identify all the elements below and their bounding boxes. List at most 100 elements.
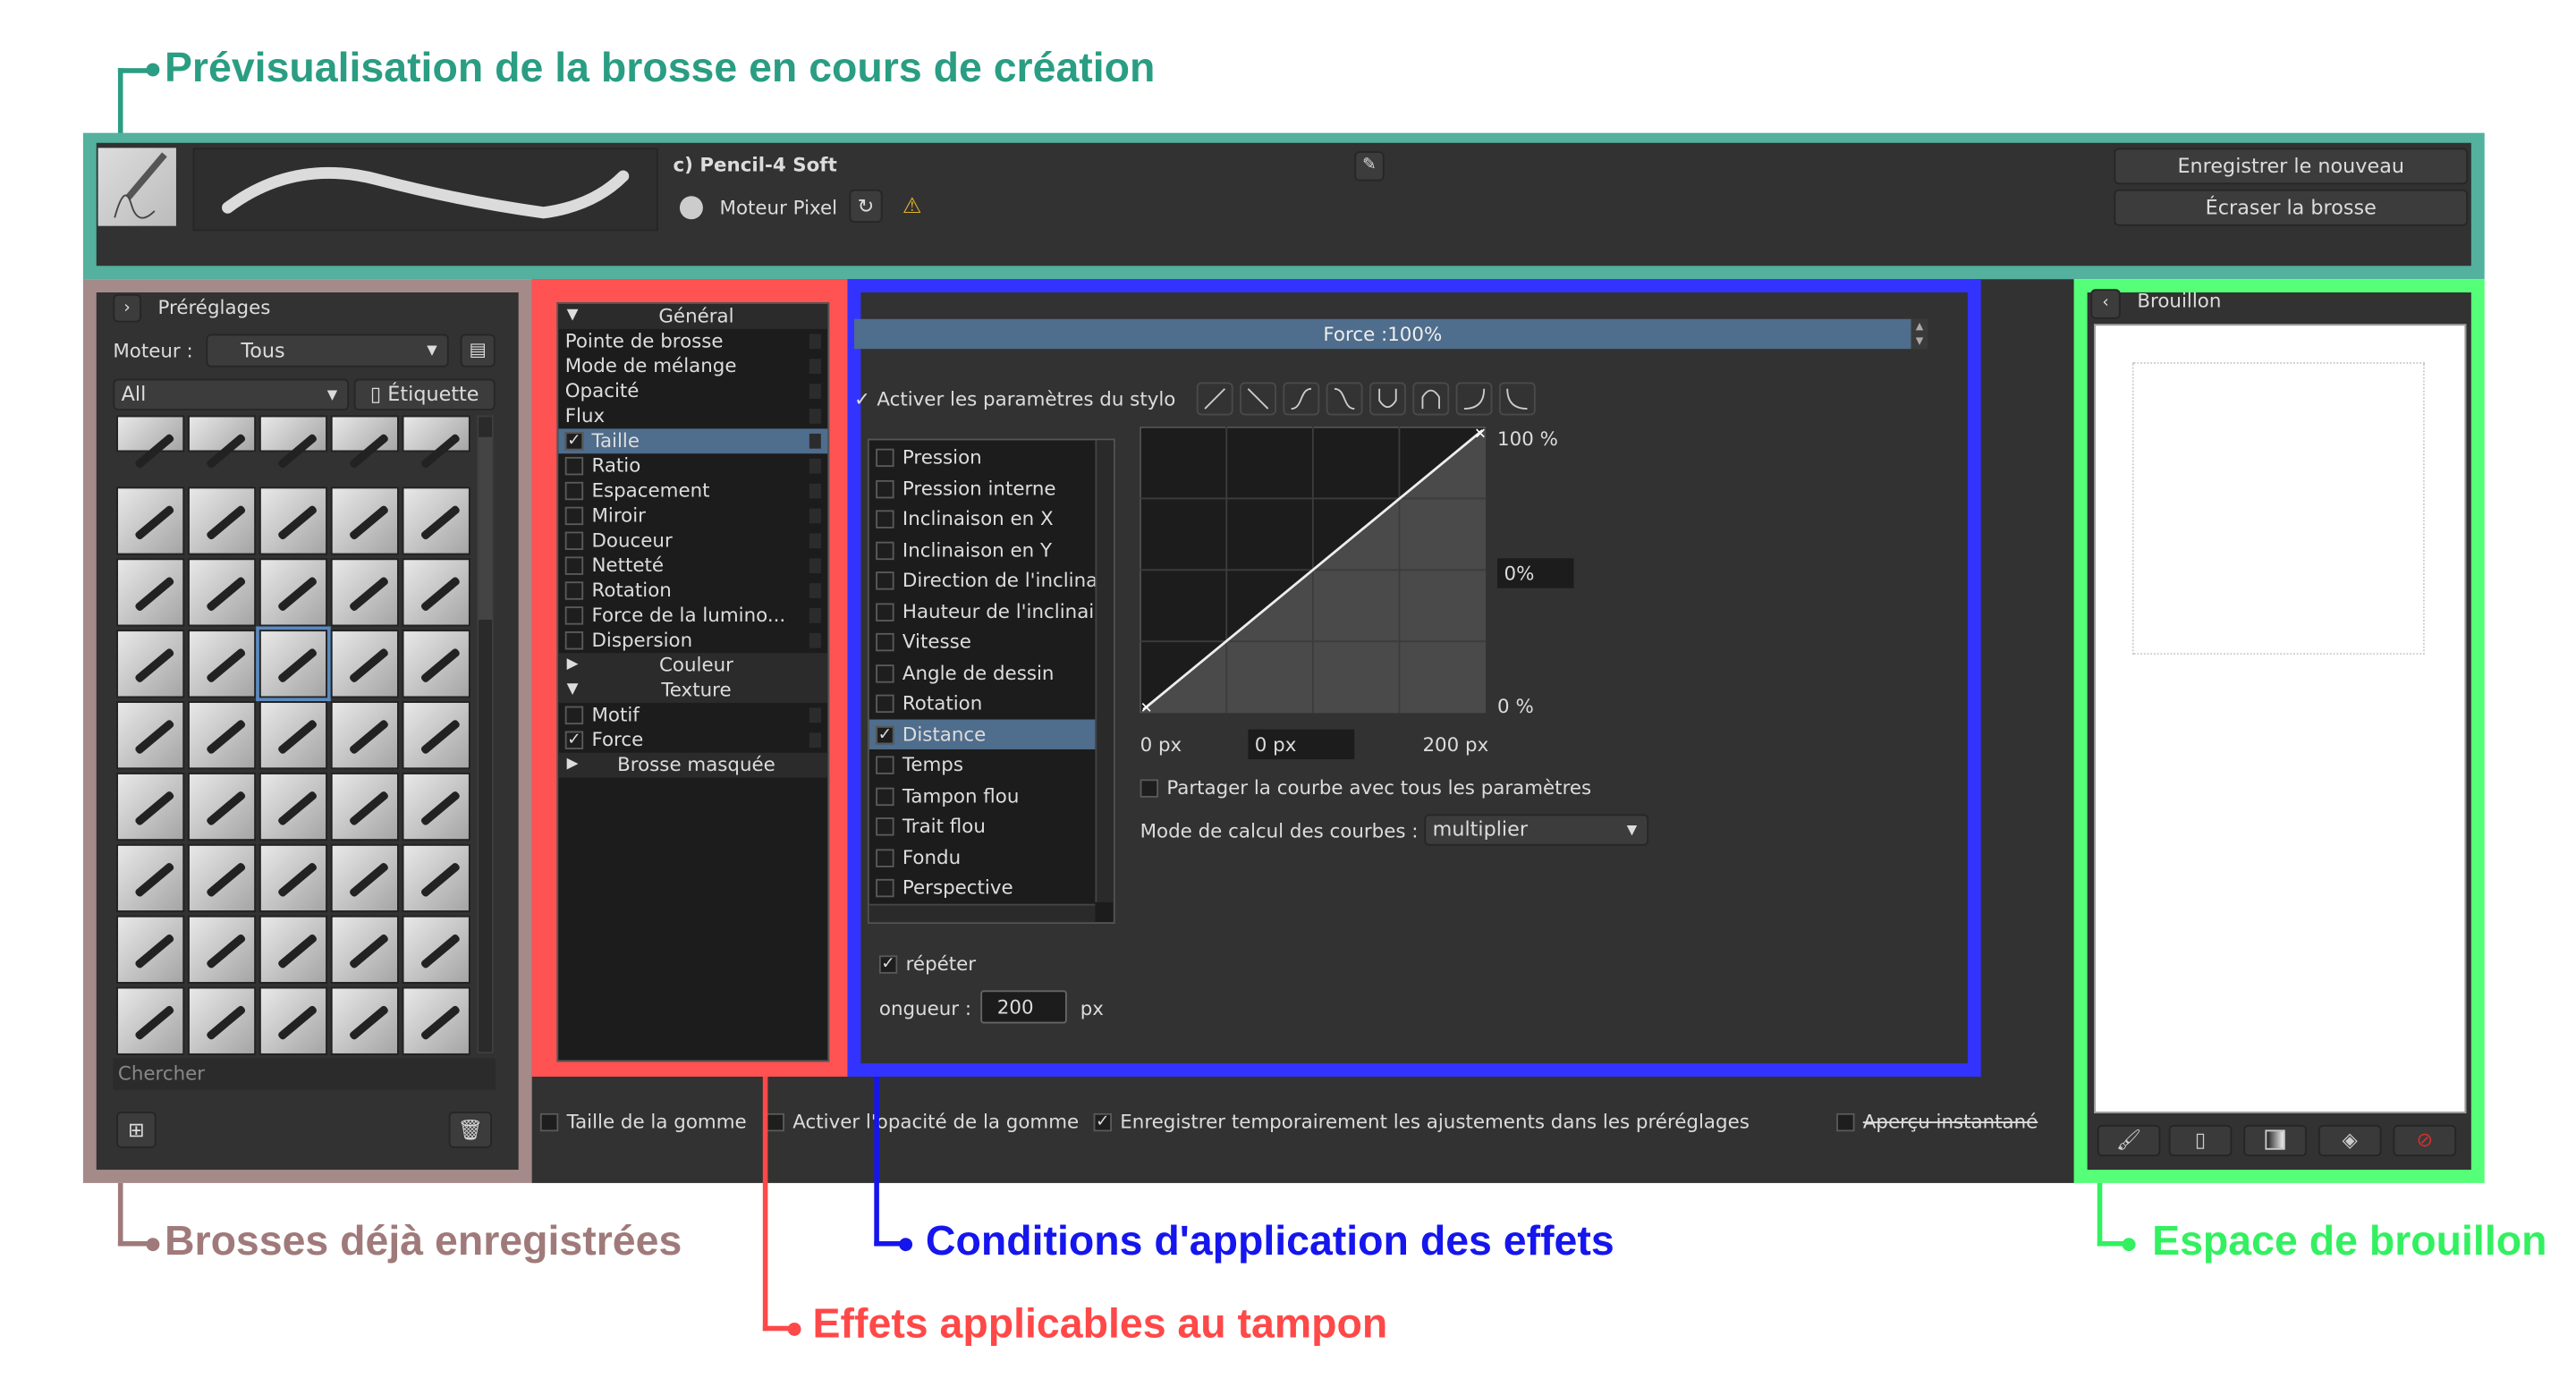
collapse-presets-button[interactable]: › (113, 293, 141, 323)
engine-filter-select[interactable]: Tous ▼ (206, 334, 449, 368)
preset-thumbnail[interactable] (258, 843, 328, 913)
preset-thumbnail[interactable] (187, 558, 257, 627)
preset-thumbnail[interactable] (258, 558, 328, 627)
preset-thumbnail[interactable] (116, 701, 185, 770)
checkbox[interactable] (876, 448, 894, 468)
save-new-preset-button[interactable]: Enregistrer le nouveau préréglage... (2114, 148, 2469, 211)
sensor-item[interactable]: Tampon flou (869, 780, 1096, 810)
preset-thumbnail[interactable] (116, 986, 185, 1055)
preset-thumbnail[interactable] (116, 772, 185, 842)
sensor-item[interactable]: ✓ Distance (869, 718, 1096, 749)
lock-icon[interactable] (809, 334, 821, 350)
lock-icon[interactable] (809, 409, 821, 424)
force-spin[interactable]: ▲ ▼ (1911, 318, 1928, 350)
checkbox[interactable] (564, 706, 584, 725)
sensor-item[interactable]: Inclinaison en Y (869, 534, 1096, 564)
effects-item[interactable]: Ratio (558, 453, 827, 478)
sensor-hscrollbar[interactable] (869, 903, 1096, 923)
preset-thumbnail[interactable] (402, 843, 470, 913)
checkbox[interactable] (876, 602, 894, 621)
preset-thumbnail[interactable] (330, 415, 399, 469)
effects-item[interactable]: Mode de mélange (558, 354, 827, 379)
scratch-fill-button[interactable]: ◈ (2318, 1124, 2382, 1157)
checkbox[interactable] (564, 556, 584, 575)
curve-preset-button[interactable] (1498, 382, 1536, 416)
scratch-canvas[interactable] (2094, 324, 2467, 1113)
rename-brush-button[interactable]: ✎ (1354, 151, 1385, 182)
search-input[interactable]: Chercher (113, 1058, 496, 1090)
checkbox[interactable]: ✓ (876, 725, 894, 744)
share-curve-checkbox[interactable]: Partager la courbe avec tous les paramèt… (1140, 776, 1591, 799)
effects-item[interactable]: Rotation (558, 579, 827, 604)
curve-editor[interactable]: ✕ ✕ (1140, 427, 1487, 714)
preset-thumbnail[interactable] (187, 772, 257, 842)
preset-thumbnail[interactable] (402, 701, 470, 770)
preset-thumbnail[interactable] (402, 486, 470, 555)
checkbox[interactable] (564, 631, 584, 650)
effects-item[interactable]: Miroir (558, 503, 827, 529)
enable-pen-checkbox[interactable]: ✓ Activer les paramètres du stylo (854, 387, 1175, 410)
preset-thumbnail[interactable] (330, 630, 399, 698)
force-slider[interactable]: Force :100% (854, 318, 1911, 350)
curve-preset-button[interactable] (1368, 382, 1406, 416)
checkbox[interactable] (564, 581, 584, 600)
collapse-scratch-button[interactable]: ‹ (2090, 289, 2121, 319)
checkbox[interactable] (564, 606, 584, 625)
checkbox[interactable]: ✓ (564, 432, 584, 451)
checkbox[interactable] (876, 878, 894, 898)
instant-preview-checkbox[interactable]: Aperçu instantané (1836, 1110, 2038, 1133)
checkbox[interactable] (564, 481, 584, 501)
checkbox[interactable] (564, 506, 584, 526)
sensor-item[interactable]: Temps (869, 749, 1096, 780)
preset-scrollbar[interactable] (477, 415, 494, 1053)
preset-thumbnail[interactable] (330, 986, 399, 1055)
curve-preset-button[interactable] (1196, 382, 1233, 416)
scratch-clear-button[interactable]: ⊘ (2393, 1124, 2457, 1157)
lock-icon[interactable] (809, 533, 821, 549)
lock-icon[interactable] (809, 508, 821, 524)
preset-thumbnail[interactable] (330, 558, 399, 627)
lock-icon[interactable] (809, 483, 821, 499)
curve-preset-button[interactable] (1455, 382, 1493, 416)
preset-thumbnail[interactable] (116, 486, 185, 555)
lock-icon[interactable] (809, 558, 821, 574)
preset-thumbnail[interactable] (116, 630, 185, 698)
lock-icon[interactable] (809, 608, 821, 623)
sensor-item[interactable]: Vitesse (869, 626, 1096, 656)
delete-preset-button[interactable]: 🗑 (448, 1112, 492, 1148)
curve-x-value[interactable]: 0 px (1248, 729, 1355, 760)
preset-thumbnail[interactable] (402, 415, 470, 469)
eraser-opacity-checkbox[interactable]: Activer l'opacité de la gomme (766, 1110, 1079, 1133)
preset-thumbnail[interactable] (330, 486, 399, 555)
effects-item[interactable]: Pointe de brosse (558, 329, 827, 354)
curve-preset-button[interactable] (1240, 382, 1276, 416)
scratch-brush-button[interactable]: 🖌 (2097, 1124, 2161, 1157)
sensor-item[interactable]: Pression interne (869, 473, 1096, 503)
checkbox[interactable] (876, 632, 894, 652)
preset-thumbnail[interactable] (187, 415, 257, 469)
checkbox[interactable] (876, 510, 894, 529)
lock-icon[interactable] (809, 458, 821, 474)
sensor-item[interactable]: Direction de l'inclina (869, 565, 1095, 596)
sensor-vscrollbar[interactable] (1095, 440, 1114, 902)
checkbox[interactable]: ✓ (564, 731, 584, 749)
preset-thumbnail[interactable] (330, 701, 399, 770)
curve-y-value[interactable]: 0% (1497, 558, 1574, 588)
scratch-page-button[interactable]: ▯ (2168, 1124, 2233, 1157)
lock-icon[interactable] (809, 359, 821, 375)
effects-item[interactable]: Netteté (558, 554, 827, 579)
brush-name[interactable]: c) Pencil-4 Soft (673, 153, 836, 176)
checkbox[interactable] (876, 540, 894, 560)
checkbox[interactable] (564, 456, 584, 476)
sensor-item[interactable]: Rotation (869, 688, 1096, 718)
effects-item[interactable]: ✓ Taille (558, 428, 828, 454)
add-preset-button[interactable]: ⊞ (116, 1112, 157, 1148)
sensor-item[interactable]: Trait flou (869, 811, 1096, 842)
checkbox[interactable] (876, 664, 894, 682)
preset-thumbnail[interactable] (187, 986, 257, 1055)
preset-thumbnail[interactable] (187, 843, 257, 913)
effects-item[interactable]: Opacité (558, 379, 827, 404)
preset-thumbnail[interactable] (116, 415, 185, 469)
brush-thumbnail[interactable] (97, 148, 176, 226)
repeat-checkbox[interactable]: ✓ répéter (878, 952, 976, 976)
